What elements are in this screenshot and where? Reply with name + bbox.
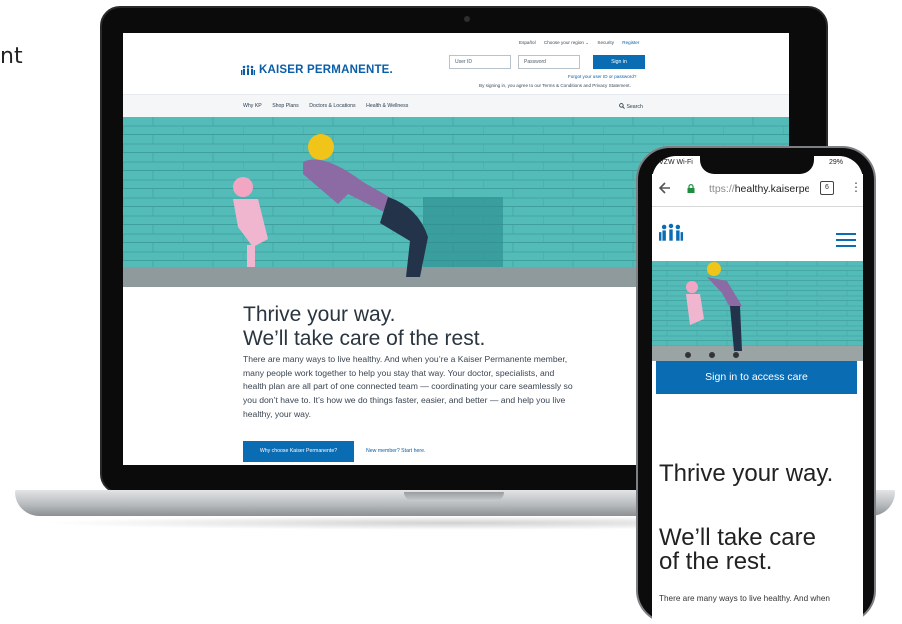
body-line: many people work together to help you st… xyxy=(243,367,555,378)
register-link[interactable]: Register xyxy=(622,40,639,45)
phone-notch xyxy=(700,150,814,174)
mobile-headline-2-line2: of the rest. xyxy=(659,548,773,575)
why-choose-kp-button[interactable]: Why choose Kaiser Permanente? xyxy=(243,441,354,462)
nav-item-doctors-locations[interactable]: Doctors & Locations xyxy=(309,103,355,109)
laptop-camera xyxy=(464,16,470,22)
mobile-body-copy: There are many ways to live healthy. And… xyxy=(659,594,830,603)
new-member-link[interactable]: New member? Start here. xyxy=(366,448,425,454)
signin-agreement-text: By signing in, you agree to our Terms & … xyxy=(479,83,631,88)
body-line: There are many ways to live healthy. And… xyxy=(243,354,568,364)
body-line: health plan are all part of one connecte… xyxy=(243,381,573,392)
hero-headline-1: Thrive your way. xyxy=(243,303,396,326)
clipped-edge-text: nt xyxy=(0,44,23,69)
forgot-credentials-link[interactable]: Forgot your user ID or password? xyxy=(568,74,636,79)
nav-item-shop-plans[interactable]: Shop Plans xyxy=(272,103,299,109)
userid-input[interactable]: User ID xyxy=(449,55,511,69)
url-text[interactable]: ttps://healthy.kaiserper xyxy=(709,183,809,195)
status-battery: 29% xyxy=(829,159,844,166)
nav-items: Why KP Shop Plans Doctors & Locations He… xyxy=(243,103,417,109)
back-arrow-icon[interactable] xyxy=(657,181,671,195)
kp-logo-icon xyxy=(241,64,255,75)
kp-logo-icon[interactable] xyxy=(659,222,683,244)
hero-body-copy: There are many ways to live healthy. And… xyxy=(243,353,663,422)
hamburger-menu-icon[interactable] xyxy=(836,233,856,251)
language-link[interactable]: Español xyxy=(519,40,536,45)
url-prefix: ttps:// xyxy=(709,183,735,195)
url-host: healthy.kaiserper xyxy=(734,183,809,195)
search-button[interactable]: Search xyxy=(619,103,643,110)
mobile-headline-1: Thrive your way. xyxy=(659,460,834,487)
region-selector[interactable]: Choose your region ⌄ xyxy=(544,40,589,45)
search-label: Search xyxy=(626,104,643,110)
password-input[interactable]: Password xyxy=(518,55,580,69)
hero-headline-2: We’ll take care of the rest. xyxy=(243,327,486,350)
search-icon xyxy=(619,103,625,109)
lock-icon xyxy=(687,184,695,193)
body-line: you don’t have to. It’s how we do things… xyxy=(243,395,566,406)
status-carrier: VZW Wi-Fi xyxy=(659,159,693,166)
utility-links: Español Choose your region ⌄ Security Re… xyxy=(519,40,646,46)
nav-item-health-wellness[interactable]: Health & Wellness xyxy=(366,103,408,109)
nav-item-why-kp[interactable]: Why KP xyxy=(243,103,262,109)
kebab-menu-icon[interactable]: ⋮ xyxy=(850,180,862,194)
kp-logo[interactable]: KAISER PERMANENTE. xyxy=(241,64,393,76)
signin-button[interactable]: Sign in xyxy=(593,55,645,69)
body-line: healthy, your way. xyxy=(243,408,311,419)
security-link[interactable]: Security xyxy=(597,40,614,45)
mobile-signin-button[interactable]: Sign in to access care xyxy=(656,361,857,394)
main-nav: Why KP Shop Plans Doctors & Locations He… xyxy=(123,94,789,117)
brand-name: KAISER PERMANENTE. xyxy=(259,64,393,76)
mobile-hero-image xyxy=(652,261,863,361)
laptop-hinge-notch xyxy=(404,492,504,501)
tab-count-button[interactable]: 6 xyxy=(820,181,834,195)
